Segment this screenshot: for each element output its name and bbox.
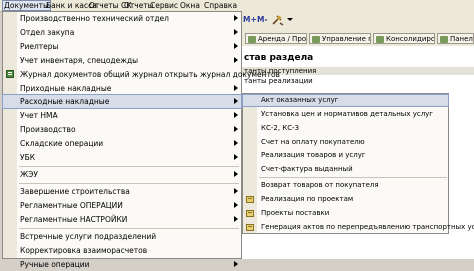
tab-icon — [248, 36, 256, 43]
section-title: став раздела — [244, 53, 314, 63]
submenu-arrow-icon — [234, 15, 238, 21]
tab-icon — [376, 36, 384, 43]
menu-item-outgoing-invoices[interactable]: Расходные накладные — [2, 94, 242, 109]
menu-item-counter-services[interactable]: Встречные услуги подразделений — [3, 230, 241, 243]
submenu-arrow-icon — [234, 188, 238, 194]
submenu-arrow-icon — [234, 85, 238, 91]
submenu-item-transport-acts[interactable]: Генерация актов по перепредъявлению тран… — [243, 222, 474, 233]
menu-separator — [19, 166, 239, 167]
submenu-item-service-act[interactable]: Акт оказанных услуг — [242, 94, 449, 107]
menu-help[interactable]: Справка — [204, 1, 237, 10]
submenu-arrow-icon — [234, 140, 238, 146]
menu-item-purchasing[interactable]: Отдел закупа — [3, 26, 241, 39]
menu-item-reg-settings[interactable]: Регламентные НАСТРОЙКИ — [3, 213, 241, 226]
submenu-arrow-icon — [234, 29, 238, 35]
document-icon — [246, 224, 254, 231]
menu-separator — [19, 228, 239, 229]
menu-item-incoming-invoices[interactable]: Приходные накладные — [3, 82, 241, 95]
submenu-arrow-icon — [234, 98, 238, 104]
submenu-arrow-icon — [234, 126, 238, 132]
toolbar: M+ M- — [241, 11, 474, 31]
submenu-item-issued-invoice[interactable]: Счет-фактура выданный — [243, 164, 448, 175]
document-icon — [246, 210, 254, 217]
tab-consolidation[interactable]: Консолидиро... — [373, 33, 435, 44]
submenu-item-supply-projects[interactable]: Проекты поставки — [243, 208, 448, 219]
menu-documents[interactable]: Документы — [2, 0, 51, 11]
submenu-arrow-icon — [234, 216, 238, 222]
menu-windows[interactable]: Окна — [180, 1, 200, 10]
tab-icon — [312, 36, 320, 43]
menu-item-nma[interactable]: Учет НМА — [3, 109, 241, 122]
menu-item-reg-operations[interactable]: Регламентные ОПЕРАЦИИ — [3, 199, 241, 212]
tab-rent[interactable]: Аренда / Про... — [245, 33, 307, 44]
menu-item-warehouse[interactable]: Складские операции — [3, 137, 241, 150]
submenu-arrow-icon — [234, 57, 238, 63]
menu-separator — [259, 177, 447, 178]
submenu-item-project-sales[interactable]: Реализация по проектам — [243, 194, 448, 205]
submenu-arrow-icon — [234, 112, 238, 118]
submenu-item-returns[interactable]: Возврат товаров от покупателя — [243, 180, 448, 191]
menu-item-realtors[interactable]: Риелтеры — [3, 40, 241, 53]
journal-icon — [6, 70, 14, 78]
menu-item-journal[interactable]: Журнал документов общий журнал открыть ж… — [3, 68, 280, 81]
memory-minus-button[interactable]: M- — [257, 15, 268, 24]
tools-icon[interactable] — [271, 14, 285, 26]
menu-item-construction[interactable]: Завершение строительства — [3, 185, 241, 198]
tab-panel[interactable]: Панель — [437, 33, 474, 44]
submenu-arrow-icon — [234, 202, 238, 208]
submenu-arrow-icon — [234, 171, 238, 177]
chevron-down-icon[interactable] — [287, 18, 293, 21]
outgoing-invoices-submenu: Акт оказанных услуг Установка цен и норм… — [242, 93, 474, 234]
tab-management[interactable]: Управление п... — [309, 33, 371, 44]
documents-dropdown: Производственно технический отдел Отдел … — [2, 11, 280, 269]
menu-item-manual-operations[interactable]: Ручные операции — [3, 258, 241, 271]
tab-icon — [440, 36, 448, 43]
submenu-item-sales[interactable]: Реализация товаров и услуг — [243, 150, 448, 161]
menu-item-inventory[interactable]: Учет инвентаря, спецодежды — [3, 54, 241, 67]
document-icon — [246, 196, 254, 203]
menu-item-ubk[interactable]: УБК — [3, 151, 241, 164]
submenu-item-ks2-ks3[interactable]: КС-2, КС-3 — [243, 123, 448, 134]
menu-service[interactable]: Сервис — [150, 1, 178, 10]
submenu-arrow-icon — [234, 261, 238, 267]
submenu-arrow-icon — [234, 154, 238, 160]
memory-plus-button[interactable]: M+ — [243, 15, 257, 24]
menu-item-zheu[interactable]: ЖЭУ — [3, 168, 241, 181]
menu-item-pto[interactable]: Производственно технический отдел — [3, 12, 241, 25]
menu-separator — [19, 183, 239, 184]
menu-item-adjustments[interactable]: Корректировка взаиморасчетов — [3, 244, 241, 257]
tab-strip: Аренда / Про... Управление п... Консолид… — [241, 31, 474, 47]
menu-item-production[interactable]: Производство — [3, 123, 241, 136]
submenu-item-invoice-to-buyer[interactable]: Счет на оплату покупателю — [243, 137, 448, 148]
submenu-arrow-icon — [234, 43, 238, 49]
submenu-item-price-setup[interactable]: Установка цен и нормативов детальных усл… — [243, 109, 448, 120]
